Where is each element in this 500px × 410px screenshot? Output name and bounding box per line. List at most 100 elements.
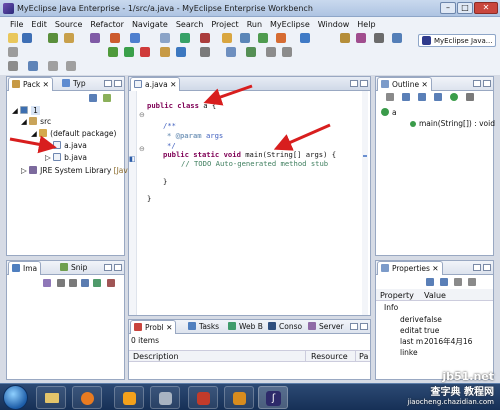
taskbar-app-3[interactable] (224, 386, 254, 409)
server-icon[interactable] (90, 33, 100, 43)
format-icon[interactable] (356, 33, 366, 43)
tab-properties[interactable]: Properties ✕ (377, 261, 443, 275)
taskbar-uc-browser[interactable] (114, 386, 144, 409)
maximize-view-button[interactable] (483, 264, 491, 271)
hide-local-types-icon[interactable] (450, 93, 458, 101)
link-editor-icon[interactable] (103, 94, 111, 102)
pin-icon[interactable] (28, 61, 38, 71)
close-image-icon[interactable] (107, 279, 115, 287)
minimize-view-button[interactable] (104, 80, 112, 87)
outline-toggle-icon[interactable] (374, 33, 384, 43)
sort-icon[interactable] (386, 93, 394, 101)
fit-image-icon[interactable] (43, 279, 51, 287)
perspective-open-icon[interactable] (392, 33, 402, 43)
new-class-icon[interactable] (176, 47, 186, 57)
property-row[interactable]: linke (400, 347, 418, 358)
external-tools-icon[interactable] (140, 47, 150, 57)
menu-help[interactable]: Help (353, 20, 379, 29)
menu-run[interactable]: Run (243, 20, 266, 29)
minimize-button[interactable]: – (440, 2, 456, 14)
minimize-view-button[interactable] (473, 264, 481, 271)
tool-icon[interactable] (340, 33, 350, 43)
property-row[interactable]: editat (400, 325, 422, 336)
history-back-icon[interactable] (8, 61, 18, 71)
taskbar-app[interactable] (150, 386, 180, 409)
show-categories-icon[interactable] (426, 278, 434, 286)
forward-icon[interactable] (282, 47, 292, 57)
tab-web-browser[interactable]: Web B (225, 320, 266, 334)
tab-outline[interactable]: Outline ✕ (377, 77, 432, 91)
hide-static-icon[interactable] (418, 93, 426, 101)
globe-icon[interactable] (300, 33, 310, 43)
taskbar-explorer[interactable] (36, 386, 66, 409)
menu-myeclipse[interactable]: MyEclipse (266, 20, 314, 29)
column-path[interactable]: Pa (359, 352, 368, 361)
menu-edit[interactable]: Edit (27, 20, 51, 29)
start-button[interactable] (3, 385, 28, 410)
tab-a-java[interactable]: a.java ✕ (130, 77, 181, 91)
filter-icon[interactable] (454, 278, 462, 286)
view-menu-icon[interactable] (466, 93, 474, 101)
new-package-icon[interactable] (160, 47, 170, 57)
taskbar-myeclipse[interactable]: ʃ (258, 386, 288, 409)
tab-snippets[interactable]: Snip (57, 261, 90, 275)
tab-image-preview[interactable]: Ima (8, 261, 42, 275)
outline-item-main[interactable]: main(String[]) : void (410, 118, 495, 129)
maximize-editor-button[interactable] (360, 80, 368, 87)
web-icon[interactable] (180, 33, 190, 43)
annotation-icon[interactable] (226, 47, 236, 57)
zoom-out-icon[interactable] (69, 279, 77, 287)
menu-search[interactable]: Search (172, 20, 207, 29)
minimize-view-button[interactable] (104, 264, 112, 271)
print-icon[interactable] (8, 47, 18, 57)
bookmark-icon[interactable] (240, 33, 250, 43)
nav-forward-icon[interactable] (66, 61, 76, 71)
actual-size-icon[interactable] (81, 279, 89, 287)
minimize-view-button[interactable] (473, 80, 481, 87)
minimize-editor-button[interactable] (350, 80, 358, 87)
menu-project[interactable]: Project (207, 20, 242, 29)
taskbar-media-player[interactable] (72, 386, 102, 409)
grid-icon[interactable] (93, 279, 101, 287)
maximize-view-button[interactable] (360, 323, 368, 330)
nav-back-icon[interactable] (48, 61, 58, 71)
outline-item-class[interactable]: a (381, 107, 397, 118)
maximize-view-button[interactable] (483, 80, 491, 87)
tree-item-default-package[interactable]: ◢ (default package) (31, 128, 116, 139)
properties-group-info[interactable]: Info (384, 302, 398, 313)
menu-source[interactable]: Source (51, 20, 86, 29)
save-icon[interactable] (22, 33, 32, 43)
browser-icon[interactable] (160, 33, 170, 43)
taskbar-app-2[interactable] (188, 386, 218, 409)
search-icon[interactable] (200, 47, 210, 57)
tab-tasks[interactable]: Tasks (185, 320, 222, 334)
restore-default-icon[interactable] (468, 278, 476, 286)
show-advanced-icon[interactable] (440, 278, 448, 286)
new-icon[interactable] (8, 33, 18, 43)
open-type-icon[interactable] (48, 33, 58, 43)
tree-item-b-java[interactable]: ▷ b.java (45, 152, 87, 163)
db-icon[interactable] (130, 33, 140, 43)
collapse-all-icon[interactable] (89, 94, 97, 102)
property-row[interactable]: last m (400, 336, 423, 347)
tree-item-src[interactable]: ◢ src (21, 116, 51, 127)
hide-fields-icon[interactable] (402, 93, 410, 101)
tab-servers[interactable]: Server (305, 320, 347, 334)
tab-console[interactable]: Conso (265, 320, 305, 334)
tree-item-project[interactable]: ◢ 1 (12, 105, 40, 116)
hide-nonpublic-icon[interactable] (434, 93, 442, 101)
column-resource[interactable]: Resource (311, 352, 348, 361)
run-icon[interactable] (124, 47, 134, 57)
package-icon[interactable] (64, 33, 74, 43)
maximize-view-button[interactable] (114, 264, 122, 271)
minimize-view-button[interactable] (350, 323, 358, 330)
tree-item-a-java[interactable]: ▷ a.java (45, 140, 87, 151)
menu-window[interactable]: Window (314, 20, 354, 29)
menu-refactor[interactable]: Refactor (86, 20, 128, 29)
folder-icon[interactable] (222, 33, 232, 43)
close-button[interactable]: ✕ (474, 2, 498, 14)
stop-icon[interactable] (200, 33, 210, 43)
perspective-switcher[interactable]: MyEclipse Java... (418, 34, 496, 47)
menu-navigate[interactable]: Navigate (128, 20, 172, 29)
maximize-view-button[interactable] (114, 80, 122, 87)
